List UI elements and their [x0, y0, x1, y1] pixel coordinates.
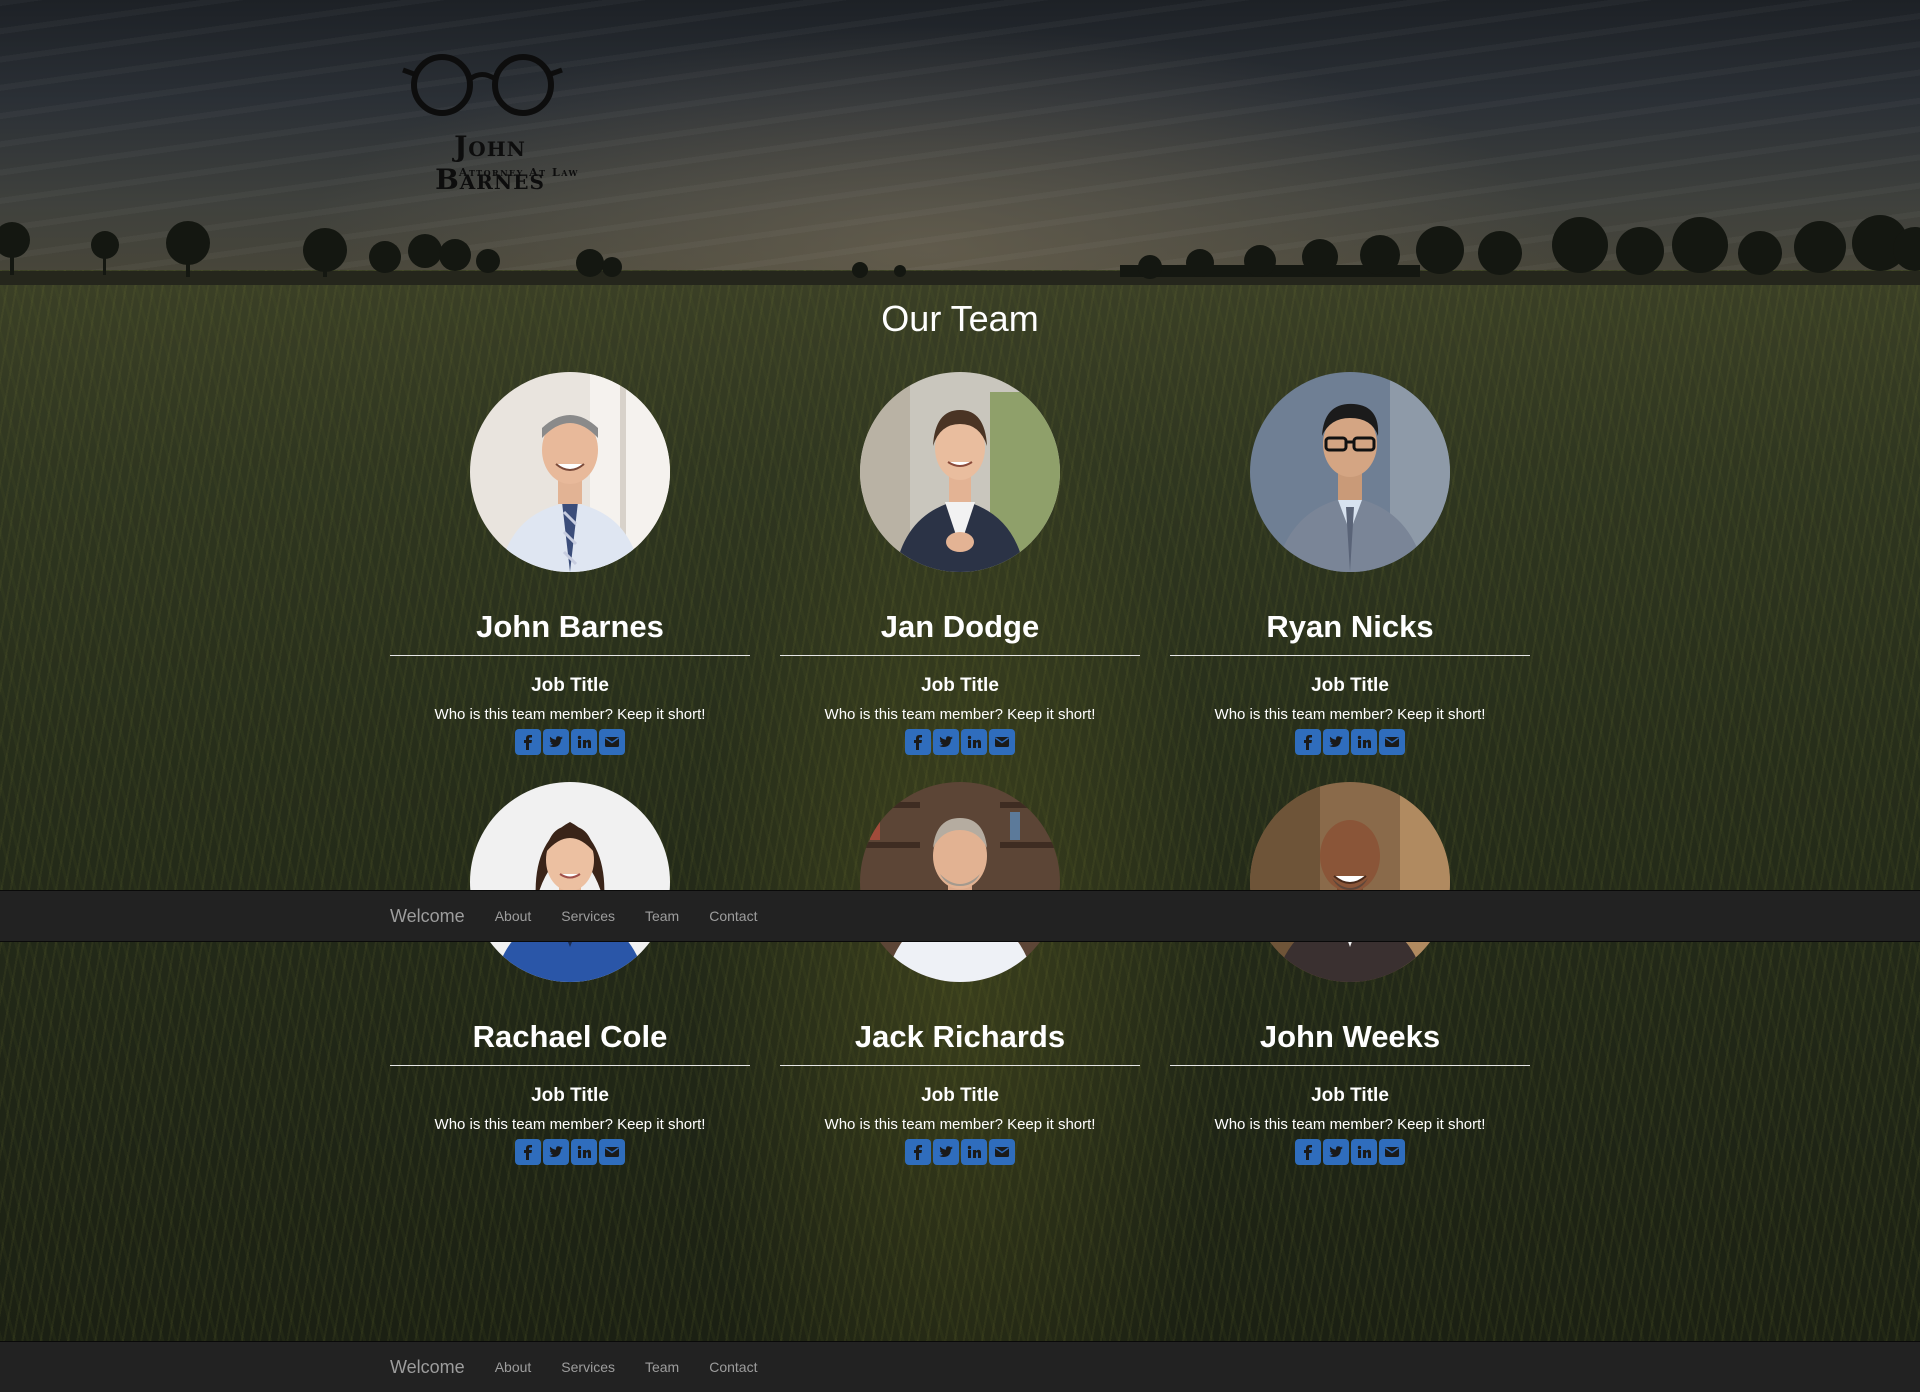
- member-name: John Barnes: [476, 609, 664, 644]
- team-grid: John Barnes Job Title Who is this team m…: [0, 0, 1920, 1392]
- nav-link-contact[interactable]: Contact: [709, 1359, 757, 1375]
- twitter-icon[interactable]: [933, 729, 959, 755]
- avatar: [1250, 782, 1450, 982]
- facebook-icon[interactable]: [905, 1139, 931, 1165]
- member-name: Ryan Nicks: [1266, 609, 1434, 644]
- divider: [1170, 655, 1530, 656]
- team-card: Jack Richards Job Title Who is this team…: [780, 782, 1140, 1182]
- team-card: Rachael Cole Job Title Who is this team …: [390, 782, 750, 1182]
- facebook-icon[interactable]: [515, 729, 541, 755]
- navbar-bottom: Welcome About Services Team Contact: [0, 1341, 1920, 1392]
- navbar-brand[interactable]: Welcome: [390, 1357, 465, 1378]
- social-links: [1170, 1139, 1530, 1167]
- divider: [780, 655, 1140, 656]
- avatar: [470, 782, 670, 982]
- job-title: Job Title: [531, 1085, 609, 1106]
- divider: [390, 1065, 750, 1066]
- linkedin-icon[interactable]: [571, 729, 597, 755]
- facebook-icon[interactable]: [515, 1139, 541, 1165]
- nav-link-contact[interactable]: Contact: [709, 908, 757, 924]
- job-title: Job Title: [1311, 1085, 1389, 1106]
- navbar-sticky: Welcome About Services Team Contact: [0, 890, 1920, 942]
- facebook-icon[interactable]: [905, 729, 931, 755]
- twitter-icon[interactable]: [543, 729, 569, 755]
- divider: [390, 655, 750, 656]
- member-name: Jan Dodge: [880, 609, 1040, 644]
- avatar: [1250, 372, 1450, 572]
- nav-link-team[interactable]: Team: [645, 1359, 679, 1375]
- team-card: Ryan Nicks Job Title Who is this team me…: [1170, 372, 1530, 772]
- team-card: Jan Dodge Job Title Who is this team mem…: [780, 372, 1140, 772]
- nav-link-about[interactable]: About: [495, 908, 532, 924]
- nav-inner: Welcome About Services Team Contact: [390, 891, 787, 941]
- nav-link-services[interactable]: Services: [561, 908, 615, 924]
- member-bio: Who is this team member? Keep it short!: [1214, 1116, 1486, 1133]
- social-links: [780, 1139, 1140, 1167]
- member-bio: Who is this team member? Keep it short!: [434, 1116, 706, 1133]
- envelope-icon[interactable]: [1379, 729, 1405, 755]
- nav-inner: Welcome About Services Team Contact: [390, 1342, 787, 1392]
- linkedin-icon[interactable]: [1351, 1139, 1377, 1165]
- envelope-icon[interactable]: [599, 729, 625, 755]
- social-links: [390, 1139, 750, 1167]
- nav-link-about[interactable]: About: [495, 1359, 532, 1375]
- linkedin-icon[interactable]: [961, 1139, 987, 1165]
- facebook-icon[interactable]: [1295, 729, 1321, 755]
- nav-link-team[interactable]: Team: [645, 908, 679, 924]
- social-links: [1170, 729, 1530, 757]
- avatar: [470, 372, 670, 572]
- member-name: Jack Richards: [854, 1019, 1066, 1054]
- facebook-icon[interactable]: [1295, 1139, 1321, 1165]
- twitter-icon[interactable]: [933, 1139, 959, 1165]
- avatar: [860, 782, 1060, 982]
- member-bio: Who is this team member? Keep it short!: [434, 706, 706, 723]
- social-links: [780, 729, 1140, 757]
- twitter-icon[interactable]: [1323, 1139, 1349, 1165]
- navbar-brand[interactable]: Welcome: [390, 906, 465, 927]
- member-bio: Who is this team member? Keep it short!: [1214, 706, 1486, 723]
- envelope-icon[interactable]: [989, 729, 1015, 755]
- job-title: Job Title: [531, 675, 609, 696]
- envelope-icon[interactable]: [599, 1139, 625, 1165]
- envelope-icon[interactable]: [989, 1139, 1015, 1165]
- twitter-icon[interactable]: [1323, 729, 1349, 755]
- avatar: [860, 372, 1060, 572]
- member-bio: Who is this team member? Keep it short!: [824, 1116, 1096, 1133]
- job-title: Job Title: [921, 1085, 999, 1106]
- job-title: Job Title: [921, 675, 999, 696]
- divider: [1170, 1065, 1530, 1066]
- team-card: John Weeks Job Title Who is this team me…: [1170, 782, 1530, 1182]
- linkedin-icon[interactable]: [571, 1139, 597, 1165]
- linkedin-icon[interactable]: [961, 729, 987, 755]
- divider: [780, 1065, 1140, 1066]
- member-bio: Who is this team member? Keep it short!: [824, 706, 1096, 723]
- team-card: John Barnes Job Title Who is this team m…: [390, 372, 750, 772]
- linkedin-icon[interactable]: [1351, 729, 1377, 755]
- job-title: Job Title: [1311, 675, 1389, 696]
- page: John Barnes Attorney At Law Our Team Joh…: [0, 0, 1920, 1392]
- member-name: John Weeks: [1259, 1019, 1441, 1054]
- twitter-icon[interactable]: [543, 1139, 569, 1165]
- social-links: [390, 729, 750, 757]
- envelope-icon[interactable]: [1379, 1139, 1405, 1165]
- member-name: Rachael Cole: [472, 1019, 668, 1054]
- nav-link-services[interactable]: Services: [561, 1359, 615, 1375]
